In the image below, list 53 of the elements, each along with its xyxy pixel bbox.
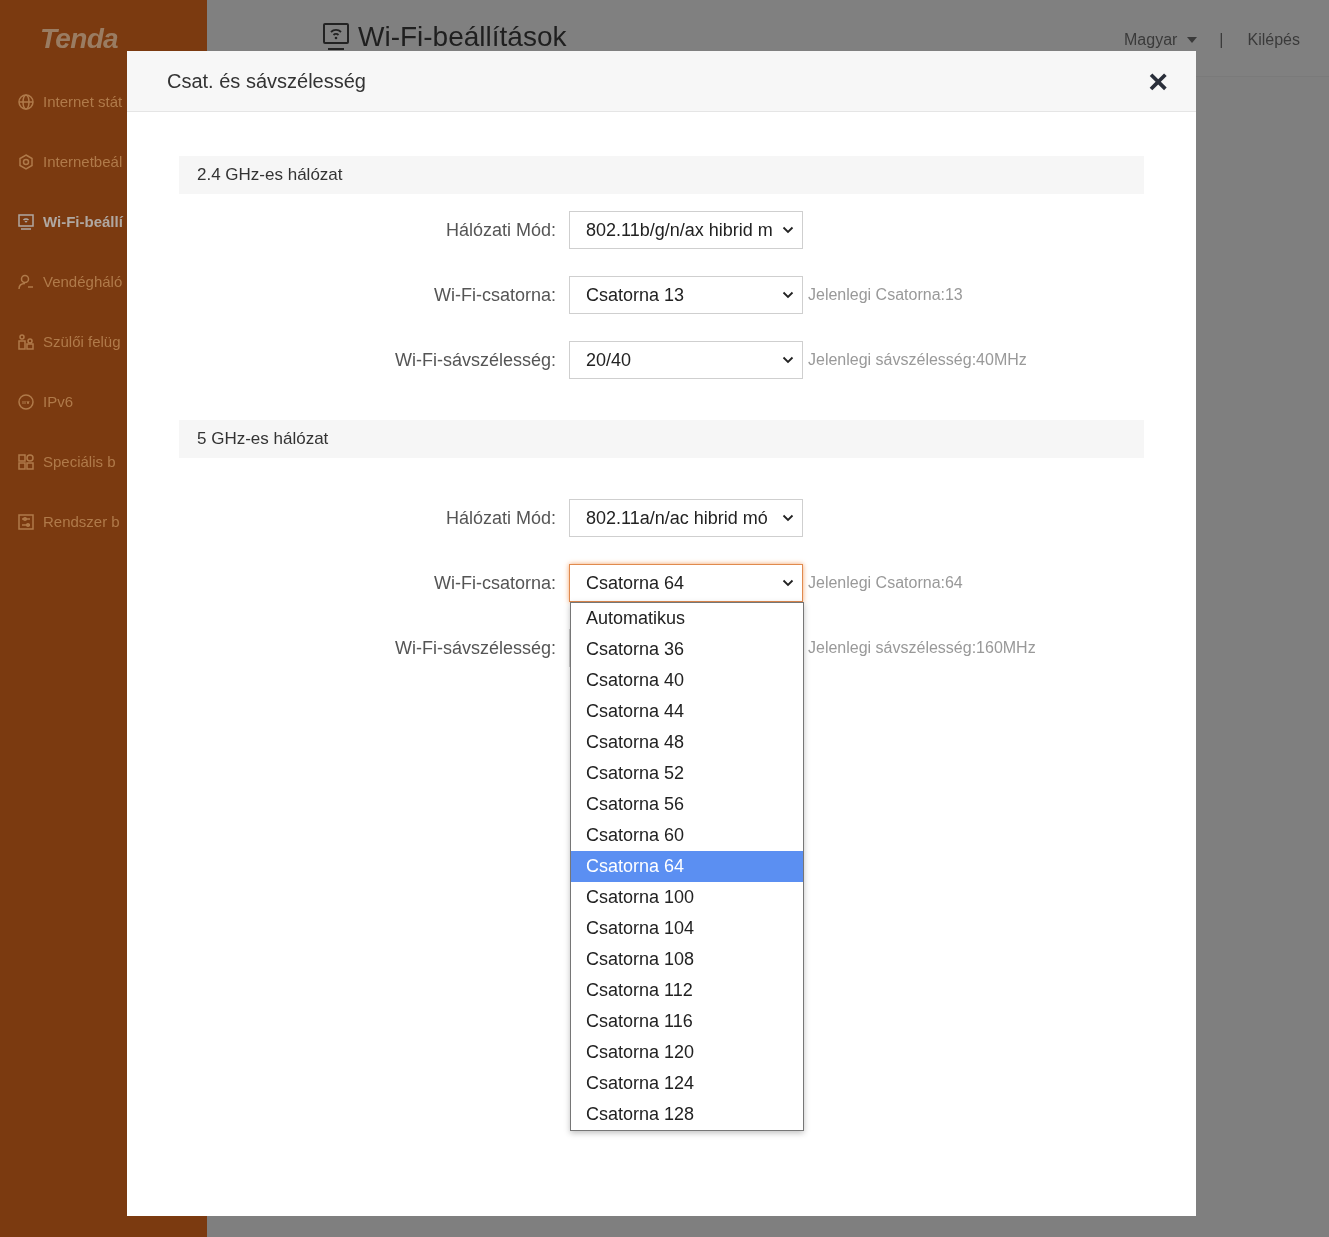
dropdown-option[interactable]: Csatorna 124: [571, 1068, 803, 1099]
dropdown-option[interactable]: Csatorna 44: [571, 696, 803, 727]
chevron-down-icon: [782, 226, 794, 234]
field-label: Wi-Fi-sávszélesség:: [393, 636, 557, 660]
globe-icon: [17, 93, 35, 111]
dropdown-option[interactable]: Csatorna 112: [571, 975, 803, 1006]
dropdown-option[interactable]: Csatorna 100: [571, 882, 803, 913]
hint-text: Jelenlegi sávszélesség:160MHz: [808, 638, 1036, 658]
dropdown-option[interactable]: Csatorna 104: [571, 913, 803, 944]
select-field[interactable]: Csatorna 64: [569, 564, 803, 602]
person-icon: [17, 273, 35, 291]
people-icon: [17, 333, 35, 351]
page-title: Wi-Fi-beállítások: [358, 20, 567, 54]
monitor-wifi-icon: [17, 213, 35, 231]
dropdown-option[interactable]: Csatorna 52: [571, 758, 803, 789]
dropdown-option[interactable]: Csatorna 128: [571, 1099, 803, 1130]
dialog-title: Csat. és sávszélesség: [167, 69, 366, 94]
ipv6-icon: [17, 393, 35, 411]
dropdown-option[interactable]: Csatorna 116: [571, 1006, 803, 1037]
dropdown-option[interactable]: Csatorna 56: [571, 789, 803, 820]
field-label: Hálózati Mód:: [444, 506, 557, 530]
dropdown-option[interactable]: Csatorna 40: [571, 665, 803, 696]
section-title: 2.4 GHz-es hálózat: [197, 164, 343, 187]
close-button[interactable]: ×: [1148, 66, 1168, 96]
dropdown-option[interactable]: Csatorna 36: [571, 634, 803, 665]
select-field[interactable]: 802.11a/n/ac hibrid mó: [569, 499, 803, 537]
field-label: Hálózati Mód:: [444, 218, 557, 242]
separator: |: [1219, 30, 1224, 50]
hint-text: Jelenlegi Csatorna:13: [808, 285, 963, 305]
select-field[interactable]: 802.11b/g/n/ax hibrid m: [569, 211, 803, 249]
monitor-wifi-icon: [322, 22, 350, 52]
dropdown-option[interactable]: Csatorna 108: [571, 944, 803, 975]
chevron-down-icon: [782, 579, 794, 587]
hint-text: Jelenlegi sávszélesség:40MHz: [808, 350, 1027, 370]
logo: Tenda: [40, 22, 118, 56]
sliders-icon: [17, 513, 35, 531]
caret-icon: [1187, 37, 1198, 43]
field-label: Wi-Fi-csatorna:: [433, 571, 557, 595]
select-field[interactable]: Csatorna 13: [569, 276, 803, 314]
hexagon-icon: [17, 153, 35, 171]
chevron-down-icon: [782, 356, 794, 364]
select-field[interactable]: 20/40: [569, 341, 803, 379]
dropdown-option[interactable]: Csatorna 60: [571, 820, 803, 851]
chevron-down-icon: [782, 514, 794, 522]
sidebar-item[interactable]: Wi-Fi-beállí: [0, 192, 207, 252]
dropdown-option[interactable]: Automatikus: [571, 603, 803, 634]
field-label: Wi-Fi-sávszélesség:: [393, 348, 557, 372]
field-label: Wi-Fi-csatorna:: [433, 283, 557, 307]
grid-icon: [17, 453, 35, 471]
hint-text: Jelenlegi Csatorna:64: [808, 573, 963, 593]
chevron-down-icon: [782, 291, 794, 299]
dropdown-option[interactable]: Csatorna 48: [571, 727, 803, 758]
dropdown-option[interactable]: Csatorna 120: [571, 1037, 803, 1068]
